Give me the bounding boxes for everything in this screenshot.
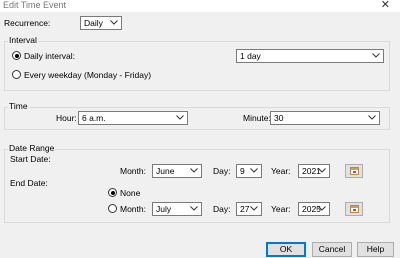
end-month-label: Month:	[120, 204, 146, 214]
end-day-label: Day:	[213, 204, 231, 214]
daily-interval-radio[interactable]	[12, 51, 21, 60]
start-date-label: Start Date:	[10, 154, 51, 164]
end-none-radio[interactable]	[108, 188, 117, 197]
end-month-radio[interactable]	[108, 204, 117, 213]
chevron-down-icon	[318, 168, 326, 173]
date-range-legend: Date Range	[8, 143, 56, 153]
chevron-down-icon	[190, 206, 198, 211]
hour-value: 6 a.m.	[82, 113, 106, 123]
end-day-value: 27	[240, 204, 250, 214]
recurrence-value: Daily	[84, 18, 103, 28]
window-title: Edit Time Event	[3, 0, 67, 10]
chevron-down-icon	[372, 53, 380, 58]
start-month-label: Month:	[120, 166, 146, 176]
start-month-value: June	[156, 166, 175, 176]
daily-interval-value: 1 day	[240, 51, 261, 61]
chevron-down-icon	[368, 115, 376, 120]
close-icon[interactable]: ✕	[381, 0, 390, 11]
minute-label: Minute:	[243, 113, 271, 123]
daily-interval-label: Daily interval:	[24, 51, 76, 61]
every-weekday-label: Every weekday (Monday - Friday)	[24, 70, 152, 80]
hour-select[interactable]: 6 a.m.	[78, 111, 188, 125]
cancel-button[interactable]: Cancel	[312, 242, 352, 257]
start-day-label: Day:	[213, 166, 231, 176]
every-weekday-radio[interactable]	[12, 70, 21, 79]
chevron-down-icon	[250, 168, 258, 173]
start-year-label: Year:	[271, 166, 291, 176]
minute-select[interactable]: 30	[270, 111, 380, 125]
calendar-icon	[350, 205, 359, 213]
start-year-select[interactable]: 2021	[298, 164, 330, 178]
start-day-value: 9	[240, 166, 245, 176]
chevron-down-icon	[190, 168, 198, 173]
daily-interval-select[interactable]: 1 day	[236, 49, 384, 63]
end-year-label: Year:	[271, 204, 291, 214]
recurrence-select[interactable]: Daily	[80, 16, 122, 30]
chevron-down-icon	[176, 115, 184, 120]
end-year-select[interactable]: 2025	[298, 202, 330, 216]
start-date-calendar-button[interactable]	[345, 164, 363, 178]
end-day-select[interactable]: 27	[236, 202, 262, 216]
hour-label: Hour:	[56, 113, 77, 123]
recurrence-label: Recurrence:	[4, 18, 51, 28]
start-month-select[interactable]: June	[152, 164, 202, 178]
calendar-icon	[350, 167, 359, 175]
minute-value: 30	[274, 113, 284, 123]
chevron-down-icon	[110, 20, 118, 25]
chevron-down-icon	[250, 206, 258, 211]
help-button[interactable]: Help	[357, 242, 394, 257]
end-date-calendar-button[interactable]	[345, 202, 363, 216]
ok-button[interactable]: OK	[266, 242, 306, 257]
interval-legend: Interval	[8, 35, 38, 45]
end-month-select[interactable]: July	[152, 202, 202, 216]
start-day-select[interactable]: 9	[236, 164, 262, 178]
end-none-label: None	[120, 188, 141, 198]
chevron-down-icon	[318, 206, 326, 211]
end-date-label: End Date:	[10, 178, 48, 188]
end-month-value: July	[156, 204, 172, 214]
time-legend: Time	[8, 101, 29, 111]
